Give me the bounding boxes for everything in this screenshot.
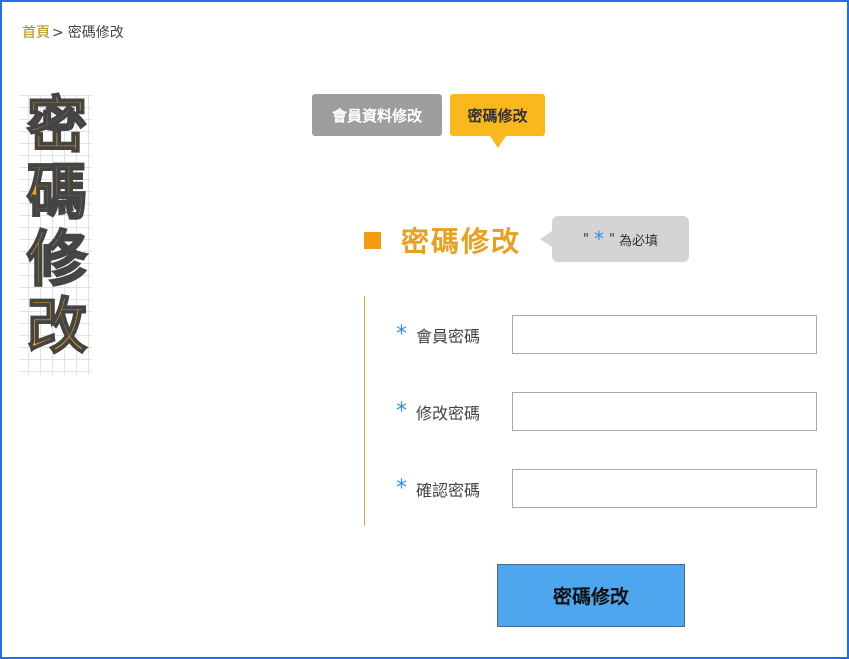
page-title: 密碼修改 [26, 91, 88, 362]
form-row-new-password: * 修改密碼 [396, 392, 817, 431]
note-quote-open: " [583, 231, 589, 247]
field-label: 會員密碼 [416, 326, 481, 346]
field-label: 修改密碼 [416, 403, 481, 423]
page-title-banner: 密碼修改 [20, 91, 92, 375]
tab-password-edit[interactable]: 密碼修改 [450, 94, 545, 148]
breadcrumb-current: 密碼修改 [67, 25, 124, 41]
breadcrumb: 首頁 > 密碼修改 [22, 22, 124, 42]
active-tab-pointer [489, 136, 506, 148]
section-header: 密碼修改 [364, 222, 521, 258]
required-star-icon: * [396, 475, 407, 501]
tab-profile-edit[interactable]: 會員資料修改 [312, 94, 442, 136]
current-password-input[interactable] [512, 315, 817, 354]
note-quote-close: " [608, 231, 615, 247]
note-text: 為必填 [618, 233, 658, 249]
form-row-confirm-password: * 確認密碼 [396, 469, 817, 508]
square-bullet-icon [364, 231, 381, 249]
required-star-icon: * [593, 227, 604, 251]
required-star-icon: * [396, 321, 407, 347]
required-note: " * " 為必填 [540, 216, 689, 262]
form-row-current-password: * 會員密碼 [396, 315, 817, 354]
change-password-button[interactable]: 密碼修改 [497, 564, 685, 627]
field-label: 確認密碼 [416, 480, 481, 500]
required-star-icon: * [396, 398, 407, 424]
tab-label: 密碼修改 [467, 106, 528, 125]
confirm-password-input[interactable] [512, 469, 817, 508]
tab-label: 會員資料修改 [331, 106, 422, 125]
form-divider-line [364, 296, 365, 526]
breadcrumb-separator: > [52, 25, 64, 41]
section-title: 密碼修改 [401, 225, 522, 258]
new-password-input[interactable] [512, 392, 817, 431]
breadcrumb-home-link[interactable]: 首頁 [22, 25, 50, 41]
